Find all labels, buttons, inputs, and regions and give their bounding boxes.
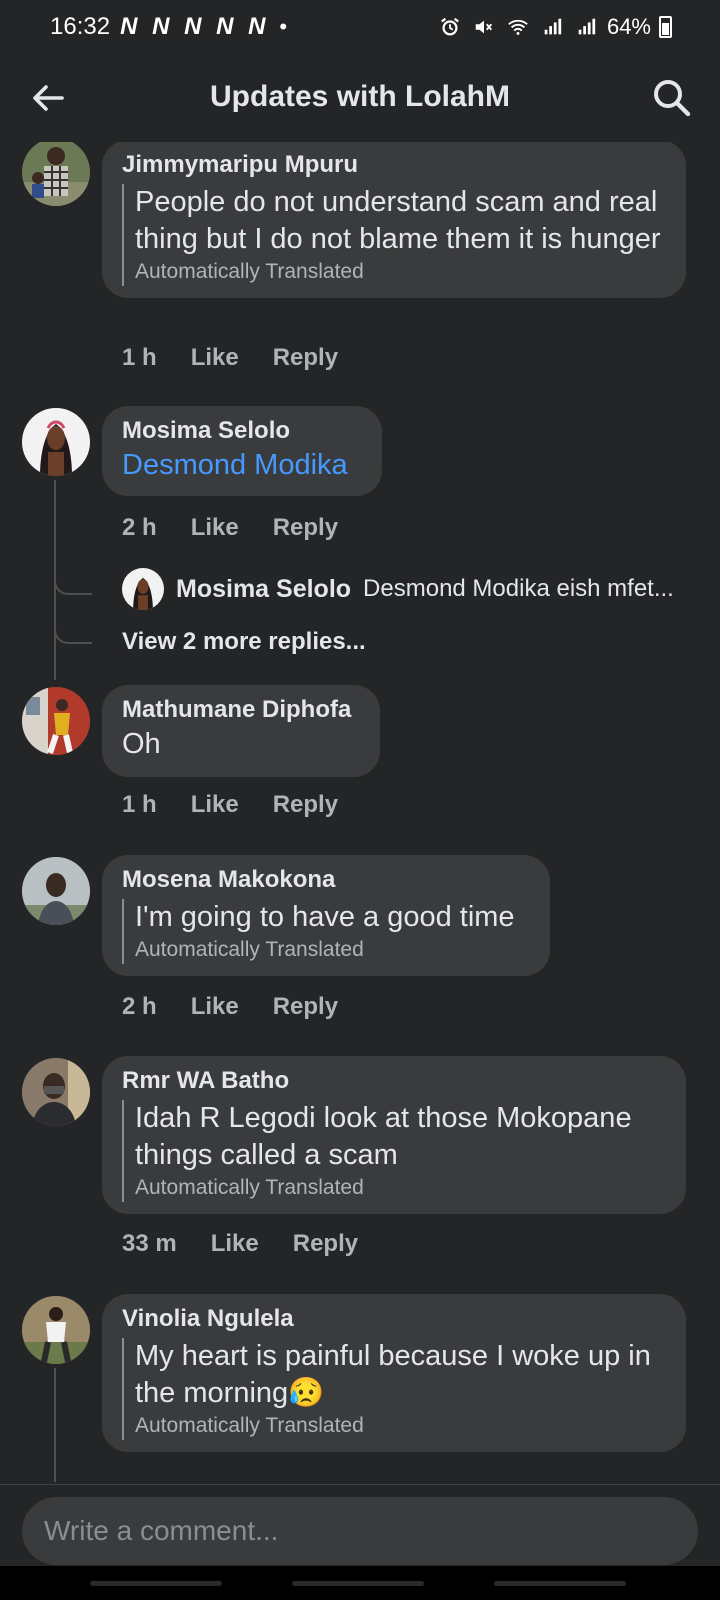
battery-icon xyxy=(659,16,672,38)
nav-back[interactable] xyxy=(494,1581,626,1586)
thread-connector xyxy=(54,622,92,644)
comment-bubble[interactable]: Mosena Makokona I'm going to have a good… xyxy=(102,855,550,976)
search-icon[interactable] xyxy=(650,76,694,120)
comment-bubble[interactable]: Vinolia Ngulela My heart is painful beca… xyxy=(102,1294,686,1452)
avatar-image xyxy=(22,408,90,476)
comment-author[interactable]: Mosima Selolo xyxy=(122,416,362,446)
like-button[interactable]: Like xyxy=(191,791,239,819)
comment-composer-bar xyxy=(0,1484,720,1566)
comment-actions: 2 h Like Reply xyxy=(122,514,338,542)
header: Updates with LolahM xyxy=(0,54,720,142)
reply-avatar[interactable] xyxy=(122,568,164,610)
comment-bubble[interactable]: Mathumane Diphofa Oh xyxy=(102,685,380,777)
comment-actions: 1 h Like Reply xyxy=(122,344,338,372)
alarm-icon xyxy=(441,17,459,36)
status-right: 64% xyxy=(437,14,672,40)
system-nav-bar xyxy=(0,1566,720,1600)
reply-text: Desmond Modika eish mfet... xyxy=(363,575,674,602)
reply-button[interactable]: Reply xyxy=(293,1230,358,1258)
comment-author[interactable]: Rmr WA Batho xyxy=(122,1066,666,1096)
translated-block: Idah R Legodi look at those Mokopane thi… xyxy=(122,1100,666,1202)
nav-recents[interactable] xyxy=(90,1581,222,1586)
status-time: 16:32 xyxy=(50,13,111,40)
reply-preview[interactable]: Mosima Selolo Desmond Modika eish mfet..… xyxy=(122,568,674,610)
avatar-image xyxy=(122,568,164,610)
comment-time[interactable]: 33 m xyxy=(122,1230,177,1258)
comment-input[interactable] xyxy=(22,1497,698,1565)
comment-actions: 1 h Like Reply xyxy=(122,791,338,819)
translated-label[interactable]: Automatically Translated xyxy=(135,1174,666,1202)
reply-button[interactable]: Reply xyxy=(273,344,338,372)
comment-time[interactable]: 1 h xyxy=(122,344,157,372)
comment-text: My heart is painful because I woke up in… xyxy=(135,1340,651,1409)
mention-link[interactable]: Desmond Modika xyxy=(122,446,362,484)
comment-time[interactable]: 2 h xyxy=(122,514,157,542)
wifi-icon xyxy=(508,19,528,35)
avatar-image xyxy=(22,1058,90,1126)
translated-label[interactable]: Automatically Translated xyxy=(135,936,530,964)
comment-text: Oh xyxy=(122,728,161,760)
translated-block: People do not understand scam and real t… xyxy=(122,184,666,286)
avatar[interactable] xyxy=(22,687,90,755)
comment-author[interactable]: Mosena Makokona xyxy=(122,865,530,895)
comment-text: Idah R Legodi look at those Mokopane thi… xyxy=(135,1102,632,1171)
avatar[interactable] xyxy=(22,1296,90,1364)
avatar[interactable] xyxy=(22,857,90,925)
nav-home[interactable] xyxy=(292,1581,424,1586)
avatar[interactable] xyxy=(22,408,90,476)
comment-author[interactable]: Mathumane Diphofa xyxy=(122,695,360,725)
avatar[interactable] xyxy=(22,142,90,206)
avatar[interactable] xyxy=(22,1058,90,1126)
comment-bubble[interactable]: Rmr WA Batho Idah R Legodi look at those… xyxy=(102,1056,686,1214)
reply-button[interactable]: Reply xyxy=(273,791,338,819)
like-button[interactable]: Like xyxy=(191,344,239,372)
comment-bubble[interactable]: Mosima Selolo Desmond Modika xyxy=(102,406,382,496)
view-more-replies[interactable]: View 2 more replies... xyxy=(122,628,366,656)
like-button[interactable]: Like xyxy=(211,1230,259,1258)
comment-time[interactable]: 1 h xyxy=(122,791,157,819)
notification-icons: N N N N N xyxy=(120,13,270,40)
status-bar: 16:32 N N N N N • 64% xyxy=(0,0,720,54)
comment-bubble[interactable]: Jimmymaripu Mpuru People do not understa… xyxy=(102,142,686,298)
signal-icon-1 xyxy=(544,18,562,35)
comment-actions: 2 h Like Reply xyxy=(122,993,338,1021)
reply-button[interactable]: Reply xyxy=(273,993,338,1021)
page-title: Updates with LolahM xyxy=(210,80,510,113)
avatar-image xyxy=(22,857,90,925)
comment-author[interactable]: Vinolia Ngulela xyxy=(122,1304,666,1334)
comment-text: People do not understand scam and real t… xyxy=(135,186,661,255)
thread-connector xyxy=(54,573,92,595)
translated-block: I'm going to have a good time Automatica… xyxy=(122,899,530,964)
comment-actions: 33 m Like Reply xyxy=(122,1230,358,1258)
like-button[interactable]: Like xyxy=(191,514,239,542)
battery-percent: 64% xyxy=(606,14,651,39)
thread-line xyxy=(54,1368,56,1482)
reply-button[interactable]: Reply xyxy=(273,514,338,542)
status-dot: • xyxy=(279,14,288,39)
mute-icon xyxy=(475,20,492,34)
translated-block: My heart is painful because I woke up in… xyxy=(122,1338,666,1440)
translated-label[interactable]: Automatically Translated xyxy=(135,258,666,286)
comment-author[interactable]: Jimmymaripu Mpuru xyxy=(122,150,666,180)
comment-list[interactable]: Jimmymaripu Mpuru People do not understa… xyxy=(0,142,720,1482)
like-button[interactable]: Like xyxy=(191,993,239,1021)
signal-icon-2 xyxy=(578,18,596,35)
avatar-image xyxy=(22,687,90,755)
avatar-image xyxy=(22,1296,90,1364)
comment-time[interactable]: 2 h xyxy=(122,993,157,1021)
translated-label[interactable]: Automatically Translated xyxy=(135,1412,666,1440)
avatar-image xyxy=(22,142,90,206)
status-left: 16:32 N N N N N • xyxy=(50,13,287,41)
comment-text: I'm going to have a good time xyxy=(135,901,515,933)
reply-author[interactable]: Mosima Selolo xyxy=(176,575,351,604)
